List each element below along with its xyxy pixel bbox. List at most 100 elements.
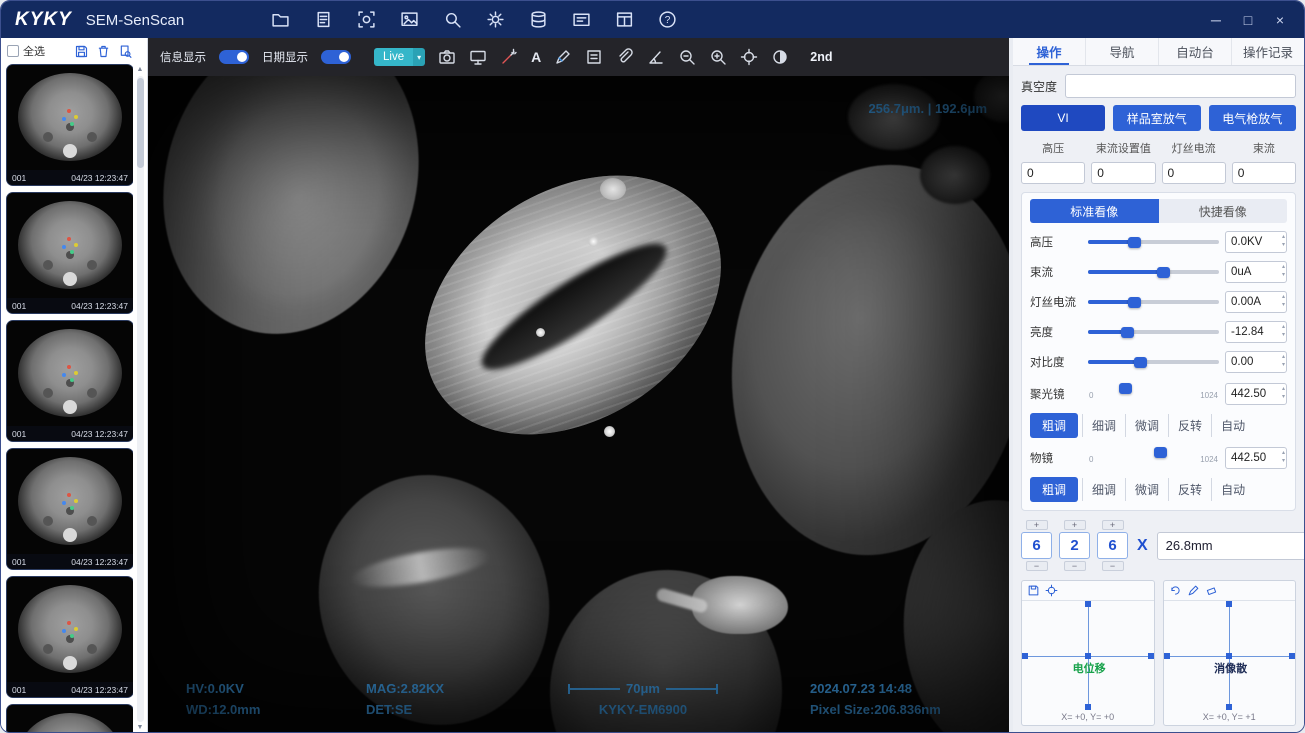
export-icon[interactable] bbox=[118, 44, 133, 59]
thumbnail[interactable]: 00104/23 12:23:47 bbox=[6, 576, 133, 698]
scroll-up-icon[interactable]: ▲ bbox=[137, 64, 144, 76]
vacuum-input[interactable] bbox=[1065, 74, 1296, 98]
brightness-spinner[interactable]: ▴▾ bbox=[1282, 323, 1285, 339]
stig-handle[interactable] bbox=[1289, 653, 1295, 659]
measure-clip-icon[interactable] bbox=[616, 48, 634, 66]
contrast-value-input[interactable] bbox=[1225, 351, 1287, 373]
micro-button[interactable]: 微调 bbox=[1125, 414, 1168, 437]
help-icon[interactable]: ? bbox=[658, 10, 677, 29]
hv-value-input[interactable] bbox=[1225, 231, 1287, 253]
delete-icon[interactable] bbox=[96, 44, 111, 59]
fine-button[interactable]: 细调 bbox=[1082, 414, 1125, 437]
thumbnail[interactable]: 00104/23 12:23:47 bbox=[6, 320, 133, 442]
report-icon[interactable] bbox=[314, 10, 333, 29]
save-icon[interactable] bbox=[74, 44, 89, 59]
vi-button[interactable]: VI bbox=[1021, 105, 1105, 131]
contrast-spinner[interactable]: ▴▾ bbox=[1282, 353, 1285, 369]
center-crosshair-icon[interactable] bbox=[1045, 584, 1058, 597]
standard-imaging-tab[interactable]: 标准看像 bbox=[1030, 199, 1159, 223]
info-display-toggle[interactable] bbox=[219, 50, 249, 64]
digit-increment-button[interactable]: + bbox=[1026, 520, 1048, 530]
records-icon[interactable] bbox=[572, 10, 591, 29]
select-all-checkbox[interactable] bbox=[7, 45, 19, 57]
stig-handle[interactable] bbox=[1226, 601, 1232, 607]
shift-handle[interactable] bbox=[1085, 601, 1091, 607]
coarse-button[interactable]: 粗调 bbox=[1030, 413, 1078, 438]
invert-button[interactable]: 反转 bbox=[1168, 414, 1211, 437]
objective-spinner[interactable]: ▴▾ bbox=[1282, 449, 1285, 465]
reset-icon[interactable] bbox=[1169, 584, 1182, 597]
scan-icon[interactable] bbox=[357, 10, 376, 29]
database-icon[interactable] bbox=[529, 10, 548, 29]
angle-measure-icon[interactable] bbox=[647, 48, 665, 66]
beam-shift-pad[interactable]: 电位移 bbox=[1022, 601, 1154, 710]
beam-slider[interactable] bbox=[1088, 270, 1219, 274]
zoom-out-icon[interactable] bbox=[678, 48, 696, 66]
search-icon[interactable] bbox=[443, 10, 462, 29]
draw-pen-icon[interactable] bbox=[554, 48, 572, 66]
digit-increment-button[interactable]: + bbox=[1064, 520, 1086, 530]
beam-value-input[interactable] bbox=[1225, 261, 1287, 283]
sem-image[interactable]: 256.7μm. | 192.6μm HV:0.0KV WD:12.0mm MA… bbox=[148, 76, 1009, 733]
condenser-spinner[interactable]: ▴▾ bbox=[1282, 385, 1285, 401]
eraser-icon[interactable] bbox=[1205, 584, 1218, 597]
digit-decrement-button[interactable]: − bbox=[1026, 561, 1048, 571]
hv-readout-input[interactable] bbox=[1021, 162, 1085, 184]
chamber-vent-button[interactable]: 样品室放气 bbox=[1113, 105, 1201, 131]
minimize-button[interactable]: ─ bbox=[1202, 8, 1230, 32]
working-distance-input[interactable] bbox=[1157, 532, 1304, 560]
hv-spinner[interactable]: ▴▾ bbox=[1282, 233, 1285, 249]
window-layout-icon[interactable] bbox=[615, 10, 634, 29]
filament-spinner[interactable]: ▴▾ bbox=[1282, 293, 1285, 309]
text-annotation-icon[interactable]: A bbox=[531, 49, 541, 65]
beam-input[interactable] bbox=[1232, 162, 1296, 184]
scrollbar-thumb[interactable] bbox=[137, 78, 144, 168]
save-icon[interactable] bbox=[1027, 584, 1040, 597]
digit-decrement-button[interactable]: − bbox=[1102, 561, 1124, 571]
scroll-down-icon[interactable]: ▼ bbox=[137, 722, 144, 733]
micro-button[interactable]: 微调 bbox=[1125, 478, 1168, 501]
thumbnail[interactable]: 00104/23 12:23:47 bbox=[6, 704, 133, 733]
auto-button[interactable]: 自动 bbox=[1211, 414, 1254, 437]
tab-autostage[interactable]: 自动台 bbox=[1158, 38, 1231, 65]
close-button[interactable]: × bbox=[1266, 8, 1294, 32]
brightness-value-input[interactable] bbox=[1225, 321, 1287, 343]
digit-decrement-button[interactable]: − bbox=[1064, 561, 1086, 571]
objective-value-input[interactable] bbox=[1225, 447, 1287, 469]
fine-button[interactable]: 细调 bbox=[1082, 478, 1125, 501]
thumbnail[interactable]: 00104/23 12:23:47 bbox=[6, 448, 133, 570]
tab-operation-log[interactable]: 操作记录 bbox=[1231, 38, 1304, 65]
stig-handle[interactable] bbox=[1226, 704, 1232, 710]
beam-set-input[interactable] bbox=[1091, 162, 1155, 184]
date-display-toggle[interactable] bbox=[321, 50, 351, 64]
live-dropdown-icon[interactable]: ▾ bbox=[413, 48, 425, 66]
gun-vent-button[interactable]: 电气枪放气 bbox=[1209, 105, 1297, 131]
counter-box-icon[interactable] bbox=[585, 48, 603, 66]
sidebar-scrollbar[interactable]: ▲ ▼ bbox=[134, 64, 146, 733]
hv-slider[interactable] bbox=[1088, 240, 1219, 244]
thumbnail[interactable]: 00104/23 12:23:47 bbox=[6, 64, 133, 186]
open-folder-icon[interactable] bbox=[271, 10, 290, 29]
digit-increment-button[interactable]: + bbox=[1102, 520, 1124, 530]
condenser-value-input[interactable] bbox=[1225, 383, 1287, 405]
brightness-slider[interactable] bbox=[1088, 330, 1219, 334]
maximize-button[interactable]: □ bbox=[1234, 8, 1262, 32]
filament-value-input[interactable] bbox=[1225, 291, 1287, 313]
contrast-slider[interactable] bbox=[1088, 360, 1219, 364]
settings-gear-icon[interactable] bbox=[486, 10, 505, 29]
pencil-icon[interactable] bbox=[1187, 584, 1200, 597]
stigmator-pad[interactable]: 消像散 bbox=[1164, 601, 1296, 710]
coarse-button[interactable]: 粗调 bbox=[1030, 477, 1078, 502]
snapshot-camera-icon[interactable] bbox=[438, 48, 456, 66]
tab-navigation[interactable]: 导航 bbox=[1085, 38, 1158, 65]
filament-input[interactable] bbox=[1162, 162, 1226, 184]
shift-handle[interactable] bbox=[1085, 704, 1091, 710]
zoom-in-icon[interactable] bbox=[709, 48, 727, 66]
image-icon[interactable] bbox=[400, 10, 419, 29]
tab-operation[interactable]: 操作 bbox=[1013, 38, 1085, 65]
tools-wand-icon[interactable] bbox=[500, 48, 518, 66]
beam-spinner[interactable]: ▴▾ bbox=[1282, 263, 1285, 279]
center-target-icon[interactable] bbox=[740, 48, 758, 66]
stig-handle[interactable] bbox=[1226, 653, 1232, 659]
shift-handle[interactable] bbox=[1148, 653, 1154, 659]
